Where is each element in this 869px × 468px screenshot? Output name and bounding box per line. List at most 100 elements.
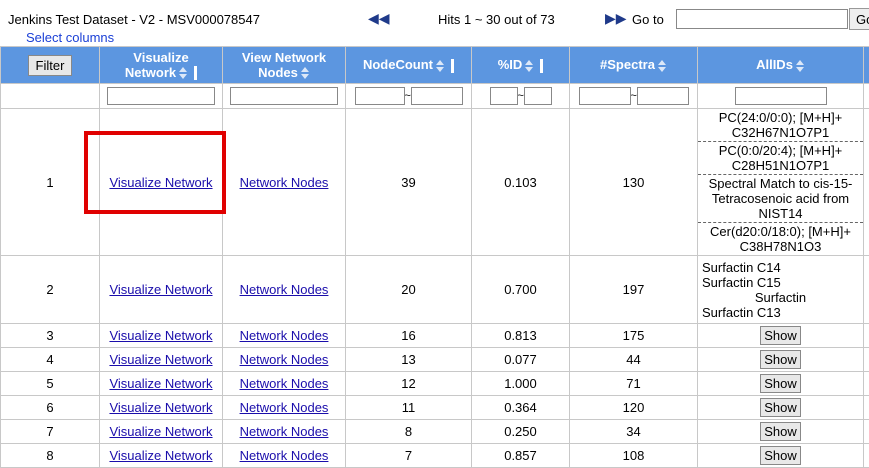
filter-header: Filter: [1, 47, 100, 84]
go-button[interactable]: Go: [849, 8, 869, 30]
filter-cell: ~: [472, 84, 570, 109]
next-page-icon[interactable]: ▶▶: [605, 10, 627, 27]
sort-arrows-icon[interactable]: [178, 66, 188, 80]
id-entry: Surfactin C13: [698, 305, 863, 320]
results-toolbar: Jenkins Test Dataset - V2 - MSV000078547…: [0, 0, 869, 46]
show-ids-button[interactable]: Show: [760, 446, 801, 465]
nodes-cell: Network Nodes: [223, 396, 346, 420]
filter-row: ~ ~ ~: [1, 84, 869, 109]
table-row: 1 Visualize Network Network Nodes 39 0.1…: [1, 109, 869, 256]
show-ids-button[interactable]: Show: [760, 374, 801, 393]
visualize-cell: Visualize Network: [100, 444, 223, 468]
network-nodes-link[interactable]: Network Nodes: [240, 328, 329, 343]
id-entry: Cer(d20:0/18:0); [M+H]+ C38H78N1O3: [698, 223, 863, 255]
previous-page-icon[interactable]: ◀◀: [368, 10, 390, 27]
spectra-header[interactable]: #Spectra: [570, 47, 698, 84]
nodecount-cell: 13: [346, 348, 472, 372]
pid-min-input[interactable]: [490, 87, 518, 105]
pid-cell: 0.857: [472, 444, 570, 468]
nodecount-min-input[interactable]: [355, 87, 405, 105]
sort-arrows-icon[interactable]: [657, 59, 667, 73]
column-resize-icon[interactable]: [451, 59, 454, 73]
spectra-cell: 34: [570, 420, 698, 444]
allids-cell: Show: [698, 396, 864, 420]
filter-cell: [100, 84, 223, 109]
spectra-cell: 71: [570, 372, 698, 396]
allids-filter-input[interactable]: [735, 87, 827, 105]
network-nodes-link[interactable]: Network Nodes: [240, 424, 329, 439]
nodecount-max-input[interactable]: [411, 87, 463, 105]
sort-arrows-icon[interactable]: [524, 59, 534, 73]
visualize-filter-input[interactable]: [107, 87, 215, 105]
visualize-network-link[interactable]: Visualize Network: [109, 376, 212, 391]
results-table: Filter Visualize Network View Network No…: [0, 46, 869, 468]
spectra-min-input[interactable]: [579, 87, 631, 105]
nodecount-cell: 12: [346, 372, 472, 396]
visualize-network-link[interactable]: Visualize Network: [109, 282, 212, 297]
allids-header[interactable]: AllIDs: [698, 47, 864, 84]
nodecount-cell: 16: [346, 324, 472, 348]
network-nodes-link[interactable]: Network Nodes: [240, 352, 329, 367]
visualize-network-link[interactable]: Visualize Network: [109, 448, 212, 463]
table-row: 7 Visualize Network Network Nodes 8 0.25…: [1, 420, 869, 444]
show-ids-button[interactable]: Show: [760, 422, 801, 441]
table-row: 8 Visualize Network Network Nodes 7 0.85…: [1, 444, 869, 468]
allids-cell: Show: [698, 444, 864, 468]
visualize-network-link[interactable]: Visualize Network: [109, 328, 212, 343]
show-ids-button[interactable]: Show: [760, 350, 801, 369]
visualize-cell: Visualize Network: [100, 396, 223, 420]
nodecount-cell: 20: [346, 256, 472, 324]
nodecount-header[interactable]: NodeCount: [346, 47, 472, 84]
row-index: 4: [1, 348, 100, 372]
view-network-nodes-header-label: View Network Nodes: [242, 50, 326, 80]
spectra-cell: 120: [570, 396, 698, 420]
column-resize-icon[interactable]: [194, 66, 197, 80]
visualize-network-link[interactable]: Visualize Network: [109, 352, 212, 367]
visualize-cell: Visualize Network: [100, 348, 223, 372]
allids-cell: Show: [698, 348, 864, 372]
network-nodes-link[interactable]: Network Nodes: [240, 448, 329, 463]
nodes-cell: Network Nodes: [223, 109, 346, 256]
goto-input[interactable]: [676, 9, 848, 29]
pid-max-input[interactable]: [524, 87, 552, 105]
id-entry: PC(0:0/20:4); [M+H]+ C28H51N1O7P1: [698, 142, 863, 175]
filter-button[interactable]: Filter: [28, 55, 73, 76]
spectra-max-input[interactable]: [637, 87, 689, 105]
spectra-cell: 108: [570, 444, 698, 468]
table-row: 4 Visualize Network Network Nodes 13 0.0…: [1, 348, 869, 372]
overflow-cell: [864, 444, 869, 468]
filter-cell-empty: [1, 84, 100, 109]
percent-id-header-label: %ID: [498, 57, 523, 72]
column-resize-icon[interactable]: [540, 59, 543, 73]
allids-header-label: AllIDs: [756, 57, 793, 72]
pid-cell: 0.250: [472, 420, 570, 444]
sort-arrows-icon[interactable]: [435, 59, 445, 73]
network-nodes-link[interactable]: Network Nodes: [240, 175, 329, 190]
percent-id-header[interactable]: %ID: [472, 47, 570, 84]
filter-cell: [698, 84, 864, 109]
show-ids-button[interactable]: Show: [760, 398, 801, 417]
nodecount-cell: 8: [346, 420, 472, 444]
sort-arrows-icon[interactable]: [795, 59, 805, 73]
network-nodes-link[interactable]: Network Nodes: [240, 376, 329, 391]
select-columns-link[interactable]: Select columns: [26, 30, 114, 45]
show-ids-button[interactable]: Show: [760, 326, 801, 345]
view-network-nodes-header[interactable]: View Network Nodes: [223, 47, 346, 84]
overflow-cell: [864, 109, 869, 256]
nodes-cell: Network Nodes: [223, 324, 346, 348]
view-nodes-filter-input[interactable]: [230, 87, 338, 105]
sort-arrows-icon[interactable]: [300, 66, 310, 80]
network-nodes-link[interactable]: Network Nodes: [240, 282, 329, 297]
row-index: 3: [1, 324, 100, 348]
overflow-cell: [864, 256, 869, 324]
visualize-network-link[interactable]: Visualize Network: [109, 400, 212, 415]
visualize-network-header[interactable]: Visualize Network: [100, 47, 223, 84]
header-row: Filter Visualize Network View Network No…: [1, 47, 869, 84]
nodes-cell: Network Nodes: [223, 444, 346, 468]
pid-cell: 0.077: [472, 348, 570, 372]
network-nodes-link[interactable]: Network Nodes: [240, 400, 329, 415]
visualize-network-link[interactable]: Visualize Network: [109, 175, 212, 190]
visualize-network-link[interactable]: Visualize Network: [109, 424, 212, 439]
id-entry: PC(24:0/0:0); [M+H]+ C32H67N1O7P1: [698, 109, 863, 142]
spectra-cell: 44: [570, 348, 698, 372]
